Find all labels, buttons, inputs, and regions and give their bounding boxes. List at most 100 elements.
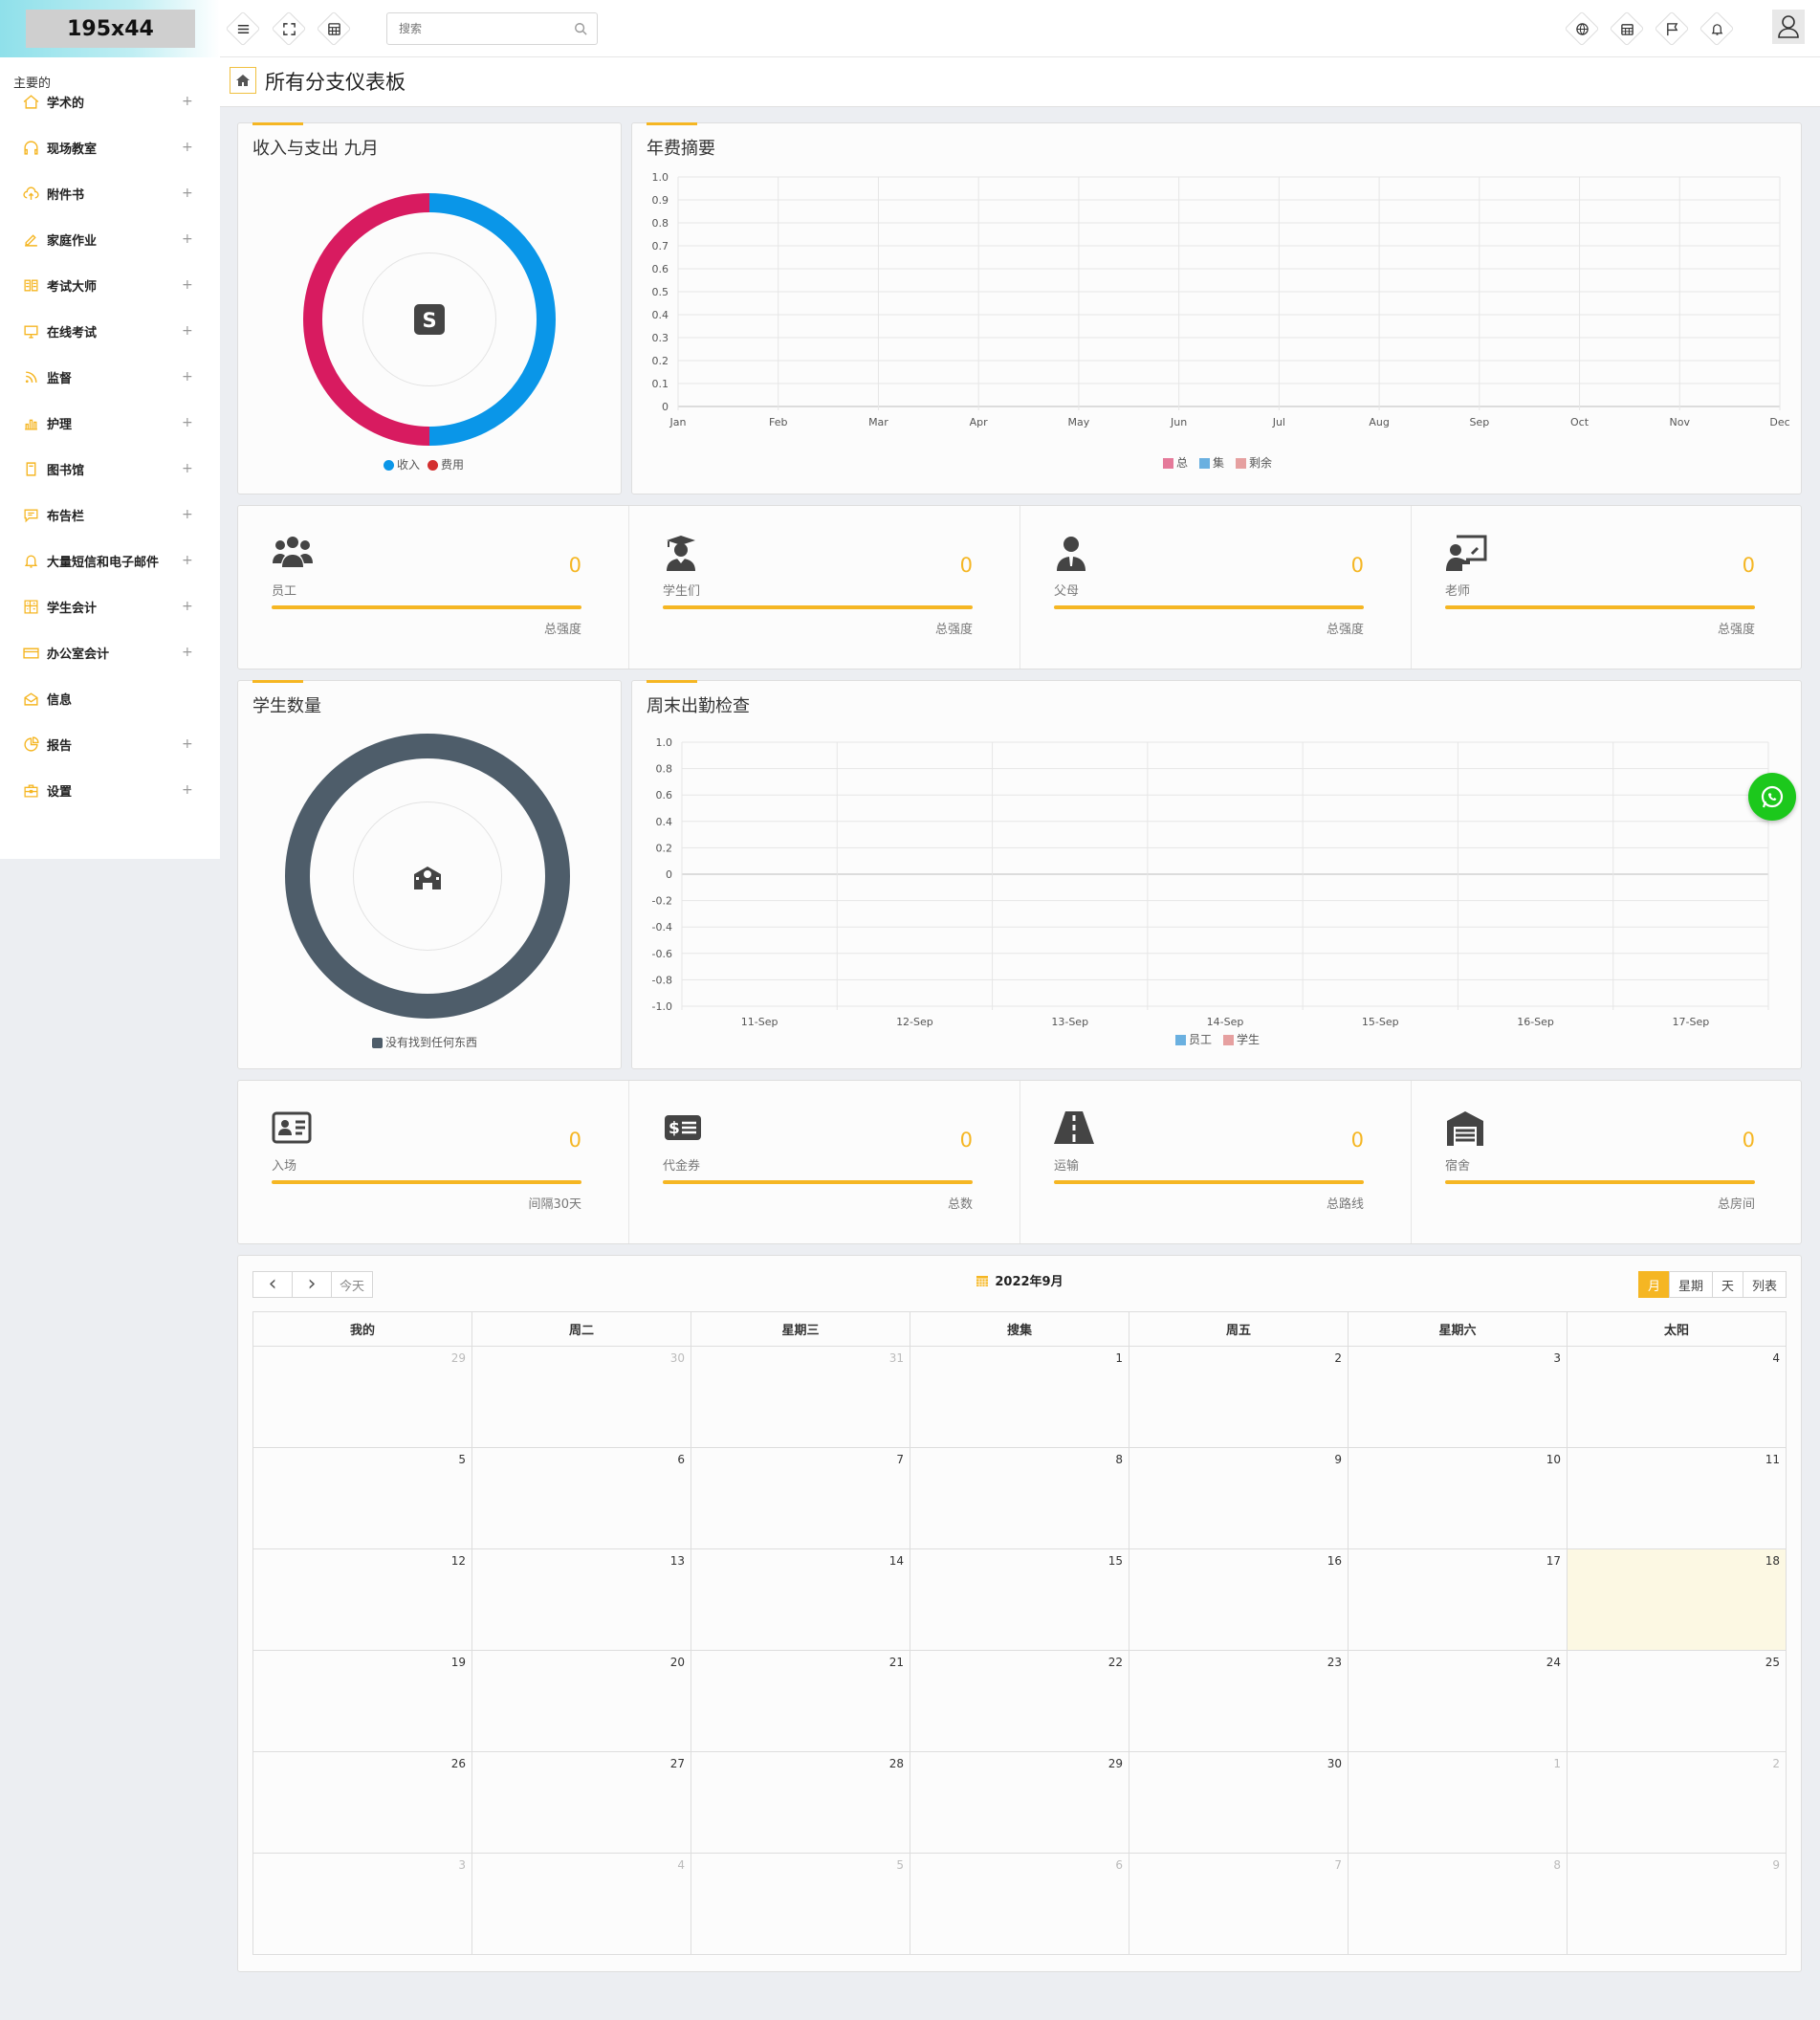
sidebar-item-8[interactable]: 护理 + <box>0 400 220 446</box>
calendar-day-cell[interactable]: 27 <box>471 1751 691 1854</box>
calendar-day-cell[interactable]: 3 <box>1348 1346 1568 1448</box>
legend-income[interactable]: 收入 <box>384 456 420 472</box>
day-number[interactable]: 28 <box>889 1757 904 1770</box>
calendar-day-cell[interactable]: 21 <box>691 1650 910 1752</box>
calendar-day-cell[interactable]: 2 <box>1129 1346 1349 1448</box>
calendar-day-cell[interactable]: 2 <box>1567 1751 1787 1854</box>
calendar-day-cell[interactable]: 15 <box>910 1548 1129 1651</box>
sidebar-item-12[interactable]: 学生会计 + <box>0 583 220 629</box>
calendar-day-cell[interactable]: 1 <box>910 1346 1129 1448</box>
calendar-day-cell[interactable]: 13 <box>471 1548 691 1651</box>
calendar-day-cell[interactable]: 6 <box>910 1853 1129 1955</box>
day-number[interactable]: 6 <box>677 1453 685 1466</box>
expand-icon[interactable]: + <box>182 645 193 660</box>
whatsapp-button[interactable] <box>1748 773 1796 821</box>
expand-icon[interactable]: + <box>182 369 193 384</box>
day-number[interactable]: 11 <box>1765 1453 1780 1466</box>
expand-icon[interactable]: + <box>182 140 193 155</box>
sidebar-item-7[interactable]: 监督 + <box>0 354 220 400</box>
calendar-day-cell[interactable]: 17 <box>1348 1548 1568 1651</box>
calendar-day-cell[interactable]: 29 <box>252 1346 472 1448</box>
calendar-day-cell[interactable]: 20 <box>471 1650 691 1752</box>
sidebar-item-11[interactable]: 大量短信和电子邮件 + <box>0 538 220 583</box>
search-icon[interactable] <box>574 22 587 35</box>
day-number[interactable]: 1 <box>1115 1351 1123 1365</box>
calendar-day-cell[interactable]: 30 <box>471 1346 691 1448</box>
day-number[interactable]: 24 <box>1546 1656 1561 1669</box>
expand-icon[interactable]: + <box>182 507 193 522</box>
fee-legend-item[interactable]: 剩余 <box>1236 454 1272 471</box>
day-number[interactable]: 2 <box>1334 1351 1342 1365</box>
sidebar-item-5[interactable]: 考试大师 + <box>0 262 220 308</box>
calendar-day-cell[interactable]: 23 <box>1129 1650 1349 1752</box>
day-number[interactable]: 23 <box>1327 1656 1342 1669</box>
student-legend[interactable]: 没有找到任何东西 <box>372 1034 477 1050</box>
day-number[interactable]: 8 <box>1115 1453 1123 1466</box>
calendar-day-cell[interactable]: 22 <box>910 1650 1129 1752</box>
day-number[interactable]: 27 <box>670 1757 685 1770</box>
calendar-day-cell[interactable]: 7 <box>691 1447 910 1549</box>
calendar-day-cell[interactable]: 28 <box>691 1751 910 1854</box>
expand-icon[interactable]: + <box>182 736 193 752</box>
calendar-day-cell[interactable]: 4 <box>471 1853 691 1955</box>
income-slice-1[interactable] <box>428 193 556 446</box>
calendar-day-cell[interactable]: 12 <box>252 1548 472 1651</box>
sidebar-item-1[interactable]: 学术的 + <box>0 78 220 124</box>
calendar-day-cell[interactable]: 18 <box>1567 1548 1787 1651</box>
calendar-day-cell[interactable]: 5 <box>691 1853 910 1955</box>
flag-button[interactable] <box>1654 11 1690 47</box>
day-number[interactable]: 4 <box>1772 1351 1780 1365</box>
fullscreen-button[interactable] <box>271 11 307 47</box>
day-number[interactable]: 30 <box>670 1351 685 1365</box>
logo[interactable]: 195x44 <box>26 10 195 48</box>
expand-icon[interactable]: + <box>182 553 193 568</box>
day-number[interactable]: 1 <box>1553 1757 1561 1770</box>
notification-button[interactable] <box>1699 11 1735 47</box>
calendar-day-cell[interactable]: 14 <box>691 1548 910 1651</box>
day-number[interactable]: 3 <box>458 1858 466 1872</box>
calendar-day-cell[interactable]: 9 <box>1129 1447 1349 1549</box>
calendar-day-cell[interactable]: 4 <box>1567 1346 1787 1448</box>
calendar-day-cell[interactable]: 16 <box>1129 1548 1349 1651</box>
day-number[interactable]: 16 <box>1327 1554 1342 1568</box>
day-number[interactable]: 26 <box>451 1757 466 1770</box>
calendar-day-cell[interactable]: 8 <box>1348 1853 1568 1955</box>
calculator-button[interactable] <box>316 11 352 47</box>
calendar-view-0[interactable]: 月 <box>1637 1271 1670 1298</box>
calendar-view-2[interactable]: 天 <box>1711 1271 1743 1298</box>
sidebar-item-15[interactable]: 报告 + <box>0 721 220 767</box>
day-number[interactable]: 5 <box>458 1453 466 1466</box>
menu-toggle-button[interactable] <box>225 11 261 47</box>
sidebar-item-16[interactable]: 设置 + <box>0 767 220 813</box>
expand-icon[interactable]: + <box>182 415 193 430</box>
day-number[interactable]: 8 <box>1553 1858 1561 1872</box>
sidebar-item-2[interactable]: 现场教室 + <box>0 124 220 170</box>
day-number[interactable]: 15 <box>1108 1554 1123 1568</box>
expand-icon[interactable]: + <box>182 599 193 614</box>
sidebar-item-3[interactable]: 附件书 + <box>0 170 220 216</box>
calendar-day-cell[interactable]: 19 <box>252 1650 472 1752</box>
day-number[interactable]: 13 <box>670 1554 685 1568</box>
attendance-legend-item[interactable]: 员工 <box>1174 1031 1212 1047</box>
fee-legend-item[interactable]: 集 <box>1198 454 1224 471</box>
legend-expense[interactable]: 费用 <box>428 456 464 472</box>
day-number[interactable]: 12 <box>451 1554 466 1568</box>
calendar-day-cell[interactable]: 7 <box>1129 1853 1349 1955</box>
day-number[interactable]: 29 <box>1108 1757 1123 1770</box>
day-number[interactable]: 7 <box>896 1453 904 1466</box>
calendar-day-cell[interactable]: 31 <box>691 1346 910 1448</box>
day-number[interactable]: 25 <box>1765 1656 1780 1669</box>
language-button[interactable] <box>1564 11 1600 47</box>
calendar-day-cell[interactable]: 3 <box>252 1853 472 1955</box>
day-number[interactable]: 10 <box>1546 1453 1561 1466</box>
fee-legend-item[interactable]: 总 <box>1162 454 1188 471</box>
expand-icon[interactable]: + <box>182 461 193 476</box>
calendar-day-cell[interactable]: 9 <box>1567 1853 1787 1955</box>
day-number[interactable]: 14 <box>889 1554 904 1568</box>
attendance-legend-item[interactable]: 学生 <box>1223 1031 1260 1047</box>
day-number[interactable]: 5 <box>896 1858 904 1872</box>
day-number[interactable]: 9 <box>1772 1858 1780 1872</box>
day-number[interactable]: 7 <box>1334 1858 1342 1872</box>
sidebar-item-14[interactable]: 信息 <box>0 675 220 721</box>
search-input[interactable] <box>387 13 559 44</box>
